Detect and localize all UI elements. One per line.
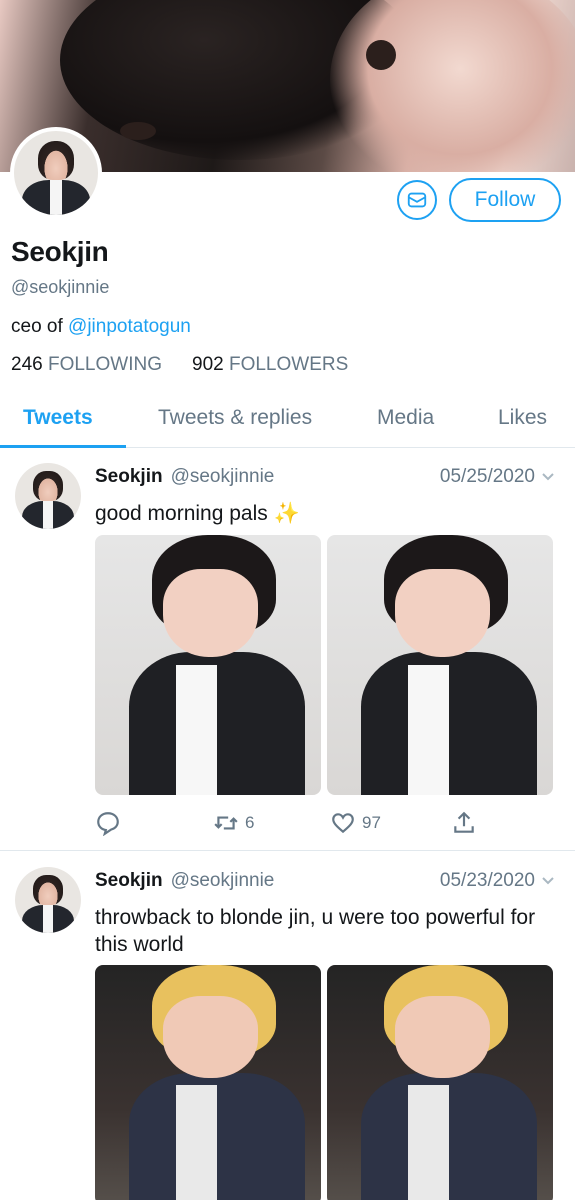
tweet-photo[interactable] [327,965,553,1200]
followers-stat[interactable]: 902 FOLLOWERS [192,354,348,376]
tweet-actions: 6 97 [95,810,495,840]
envelope-icon [407,192,427,208]
tweet-avatar[interactable] [15,463,81,529]
tweet-avatar[interactable] [15,867,81,933]
tweet-author[interactable]: Seokjin [95,466,163,488]
like-button[interactable]: 97 [330,810,381,836]
followers-count: 902 [192,354,224,375]
share-button[interactable] [451,810,477,836]
following-count: 246 [11,354,43,375]
tweet-header: Seokjin @seokjinnie 05/23/2020 [95,870,555,892]
tweet-text: good morning pals ✨ [95,500,555,527]
tweet-author[interactable]: Seokjin [95,870,163,892]
chevron-down-icon[interactable] [541,874,555,888]
tweet-date[interactable]: 05/25/2020 [440,466,535,488]
tab-media[interactable]: Media [377,406,434,430]
tab-tweets-replies[interactable]: Tweets & replies [158,406,312,430]
following-label: FOLLOWING [47,354,162,375]
sparkles-emoji: ✨ [273,502,300,525]
retweet-icon [214,816,238,830]
bio-text: ceo of [11,316,69,337]
profile-stats: 246 FOLLOWING 902 FOLLOWERS [11,354,348,376]
share-icon [454,811,474,833]
tweet-date[interactable]: 05/23/2020 [440,870,535,892]
tab-likes[interactable]: Likes [498,406,547,430]
chevron-down-icon[interactable] [541,470,555,484]
following-stat[interactable]: 246 FOLLOWING [11,354,162,376]
tweet-handle[interactable]: @seokjinnie [171,870,275,892]
like-count: 97 [362,813,381,832]
tweet-photo[interactable] [327,535,553,795]
tweet-photo[interactable] [95,965,321,1200]
tweet-text: throwback to blonde jin, u were too powe… [95,906,536,956]
bio-mention-link[interactable]: @jinpotatogun [68,316,191,337]
tweet-handle[interactable]: @seokjinnie [171,466,275,488]
profile-bio: ceo of @jinpotatogun [11,316,191,338]
message-button[interactable] [397,180,437,220]
retweet-button[interactable]: 6 [213,810,254,836]
reply-icon [97,812,119,836]
heart-icon [332,813,354,834]
reply-button[interactable] [95,810,121,836]
tweet-photo[interactable] [95,535,321,795]
tweet-media [95,535,553,795]
follow-button[interactable]: Follow [449,178,561,222]
tab-tweets[interactable]: Tweets [23,406,93,430]
tweet[interactable]: Seokjin @seokjinnie 05/25/2020 good morn… [0,448,575,851]
tweet-header: Seokjin @seokjinnie 05/25/2020 [95,466,555,488]
profile-tabs: Tweets Tweets & replies Media Likes [0,394,575,448]
tweet[interactable]: Seokjin @seokjinnie 05/23/2020 throwback… [0,852,575,1200]
profile-avatar[interactable] [10,127,102,219]
retweet-count: 6 [245,813,255,832]
tweet-media [95,965,553,1200]
profile-handle: @seokjinnie [11,277,110,297]
profile-name: Seokjin [11,236,109,267]
tweet-body: good morning pals [95,502,274,525]
profile-actions: Follow [397,178,561,222]
followers-label: FOLLOWERS [228,354,349,375]
